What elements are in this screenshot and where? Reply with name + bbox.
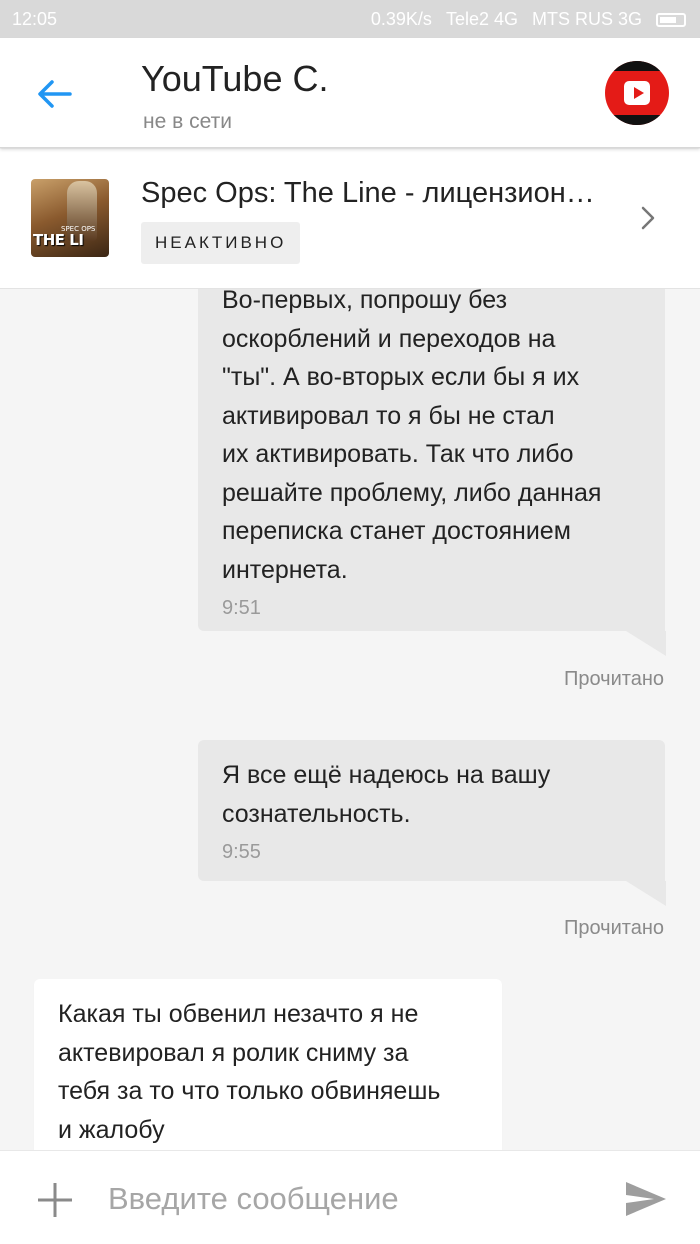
status-indicators: 0.39K/s Tele2 4G MTS RUS 3G	[371, 9, 686, 30]
contact-avatar[interactable]	[605, 61, 669, 125]
send-icon[interactable]	[624, 1180, 668, 1218]
attach-plus-icon[interactable]	[36, 1181, 74, 1219]
message-incoming: Какая ты обвенил незачто я не актевирова…	[34, 979, 502, 1150]
status-badge: НЕАКТИВНО	[141, 222, 301, 264]
message-list[interactable]: Во-первых, попрошу без оскорблений и пер…	[0, 289, 700, 1150]
arrow-left-icon	[38, 80, 72, 108]
back-button[interactable]	[30, 74, 80, 114]
product-title: Spec Ops: The Line - лицензион…	[141, 177, 595, 209]
carrier-2: MTS RUS 3G	[531, 9, 642, 29]
message-composer	[0, 1150, 700, 1244]
thumbnail-logo: THE LI	[33, 231, 84, 249]
message-text: Я все ещё надеюсь на вашу сознательность…	[222, 761, 551, 828]
product-card[interactable]: SPEC OPS THE LI Spec Ops: The Line - лиц…	[0, 149, 700, 289]
status-time: 12:05	[12, 9, 58, 29]
contact-name[interactable]: YouTube C.	[141, 58, 328, 100]
chevron-right-icon	[641, 206, 655, 230]
read-receipt: Прочитано	[564, 917, 664, 939]
carrier-1: Tele2 4G	[445, 9, 518, 29]
chat-header: YouTube C. не в сети	[0, 38, 700, 148]
status-bar: 12:05 0.39K/s Tele2 4G MTS RUS 3G	[0, 0, 700, 38]
message-input[interactable]	[108, 1173, 598, 1225]
contact-status: не в сети	[143, 110, 232, 133]
message-time: 9:51	[222, 597, 261, 619]
youtube-logo-icon	[624, 81, 650, 105]
read-receipt: Прочитано	[564, 668, 664, 690]
battery-icon	[656, 12, 686, 27]
message-text: Какая ты обвенил незачто я не актевирова…	[58, 1000, 441, 1144]
product-thumbnail: SPEC OPS THE LI	[31, 179, 109, 257]
message-outgoing: Я все ещё надеюсь на вашу сознательность…	[198, 740, 666, 906]
message-time: 9:55	[222, 841, 261, 863]
message-outgoing: Во-первых, попрошу без оскорблений и пер…	[198, 289, 666, 656]
message-text: Во-первых, попрошу без оскорблений и пер…	[222, 289, 602, 584]
network-speed: 0.39K/s	[370, 9, 432, 29]
